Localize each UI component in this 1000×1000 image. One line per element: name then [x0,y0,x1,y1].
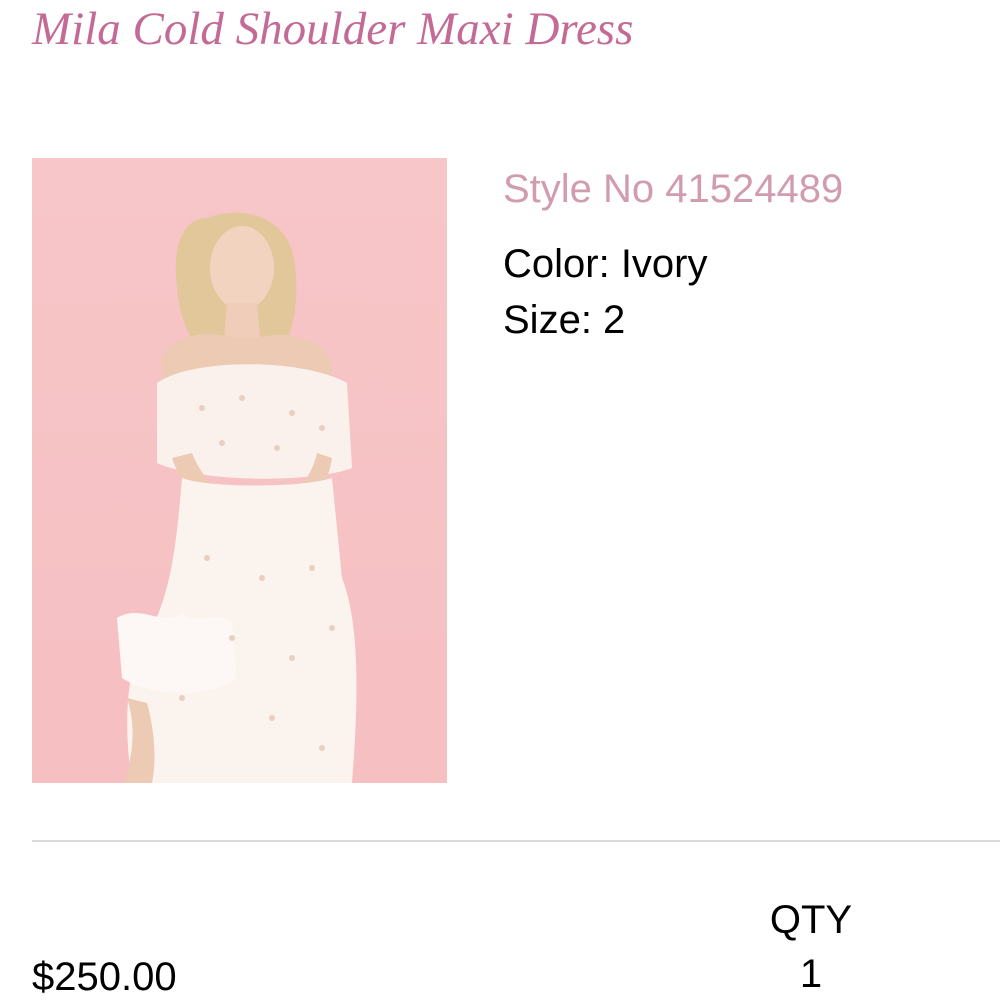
product-title: Mila Cold Shoulder Maxi Dress [32,3,634,55]
quantity-value[interactable]: 1 [700,950,922,998]
product-color: Color: Ivory [503,242,708,286]
product-size: Size: 2 [503,298,626,342]
divider [32,840,1000,842]
product-price: $250.00 [32,955,177,999]
product-details: Style No 41524489 Color: Ivory Size: 2 [503,164,983,348]
product-image[interactable] [32,158,447,783]
quantity-label: QTY [769,898,853,942]
dress-photo [32,158,447,783]
style-number: Style No 41524489 [503,167,844,211]
